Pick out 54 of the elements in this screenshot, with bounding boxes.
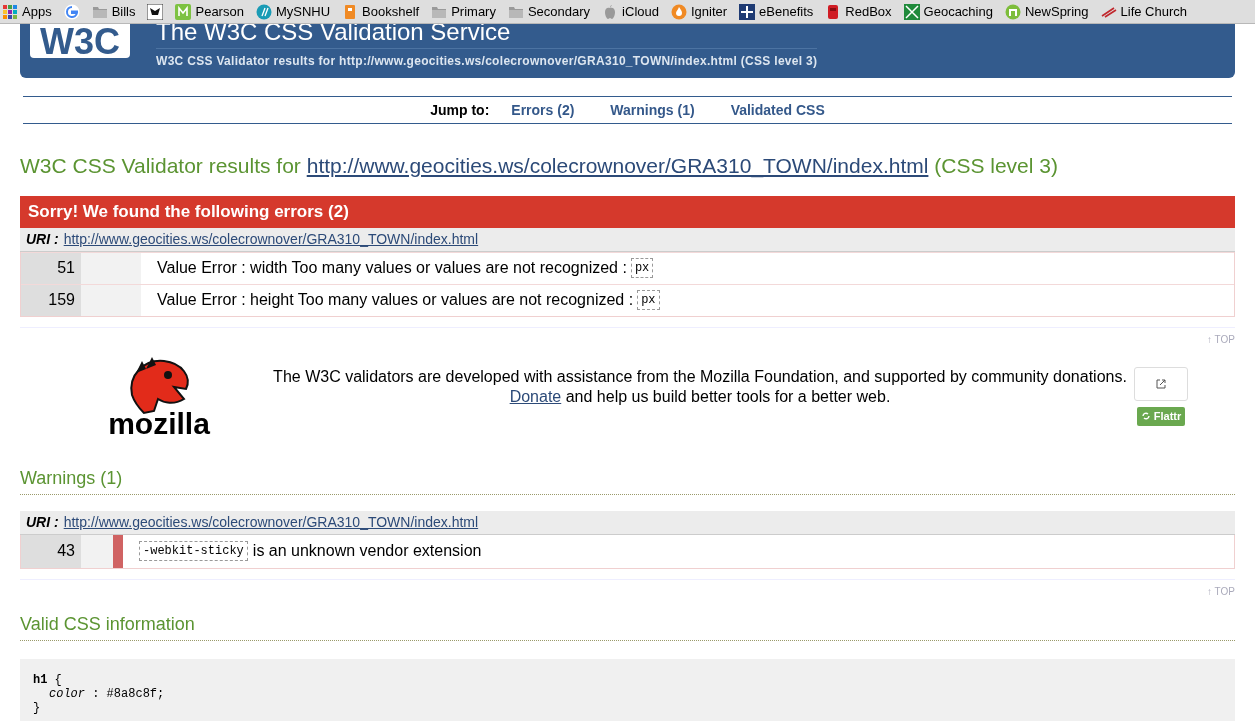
line-number-cell: 43 <box>21 534 81 568</box>
sponsor-text: The W3C validators are developed with assistance from the Mozilla Foundation, and supported by community donations. <box>272 366 1128 387</box>
jump-label: Jump to: <box>430 100 490 120</box>
error-message: Value Error : width Too many values or values are not recognized : <box>157 258 627 278</box>
validated-url-link[interactable]: http://www.geocities.ws/colecrownover/GRA310_TOWN/index.html <box>306 154 929 177</box>
jump-link[interactable]: Validated CSS <box>730 99 825 121</box>
site-subtitle: W3C CSS Validator results for http://www.geocities.ws/colecrownover/GRA310_TOWN/index.html (CSS level 3) <box>156 48 818 70</box>
bookmark[interactable]: Pearson <box>175 1 244 22</box>
donate-text: Donate and help us build better tools for a better web. <box>508 386 892 407</box>
bookmark[interactable]: Bills <box>91 1 136 22</box>
circle-logo-icon <box>255 3 272 20</box>
warning-message: is an unknown vendor extension <box>252 541 482 561</box>
circle-logo-icon <box>1004 3 1021 20</box>
css-code-block: h1 { color : #8a8c8f; } <box>20 658 1235 721</box>
results-heading: W3C CSS Validator results for http://www.geocities.ws/colecrownover/GRA310_TOWN/index.html (CSS level 3) <box>20 153 1059 180</box>
donate-link[interactable]: Donate <box>509 387 562 405</box>
bookmark[interactable]: Apps <box>2 1 52 22</box>
w3c-logo: W3C <box>30 24 130 58</box>
bookmark[interactable]: NewSpring <box>1004 1 1089 22</box>
valid-css-heading: Valid CSS information <box>20 610 1235 641</box>
bookmark[interactable]: Igniter <box>670 1 728 22</box>
bookmark[interactable]: Primary <box>431 1 496 22</box>
code-snippet: -webkit-sticky <box>139 541 248 561</box>
bookmark[interactable]: Geocaching <box>903 1 993 22</box>
refresh-icon <box>1140 411 1151 421</box>
line-number-cell: 51 <box>21 252 81 284</box>
bookmark[interactable]: RedBox <box>825 1 892 22</box>
google-g-icon <box>63 3 80 20</box>
share-button[interactable] <box>1134 366 1188 401</box>
context-cell <box>81 284 141 316</box>
line-number-cell: 159 <box>21 284 81 316</box>
bookmark[interactable]: iCloud <box>602 1 659 22</box>
bookmark[interactable]: Life Church <box>1100 1 1188 22</box>
uri-link[interactable]: http://www.geocities.ws/colecrownover/GRA310_TOWN/index.html <box>63 511 479 533</box>
letter-logo-icon <box>175 3 192 20</box>
errors-banner: Sorry! We found the following errors (2) <box>20 195 1235 228</box>
uri-link[interactable]: http://www.geocities.ws/colecrownover/GRA310_TOWN/index.html <box>63 228 479 250</box>
uri-label: URI : <box>26 512 59 532</box>
jump-link[interactable]: Errors (2) <box>511 99 575 121</box>
bookmark[interactable]: Secondary <box>507 1 591 22</box>
uri-label: URI : <box>26 229 59 249</box>
apps-grid-icon <box>2 3 18 20</box>
bookmark[interactable]: eBenefits <box>739 1 814 22</box>
external-link-icon <box>1156 378 1166 389</box>
code-snippet: px <box>637 290 660 310</box>
bookmark[interactable]: Bookshelf <box>342 1 420 22</box>
warnings-heading: Warnings (1) <box>20 464 1235 495</box>
jump-link[interactable]: Warnings (1) <box>610 99 695 121</box>
mozilla-logo: mozilla <box>104 354 214 437</box>
warning-level-bar <box>113 534 123 568</box>
code-snippet: px <box>630 258 654 278</box>
flame-icon <box>670 3 687 20</box>
bookmark[interactable]: MySNHU <box>255 1 331 22</box>
error-message: Value Error : height Too many values or values are not recognized : <box>157 290 634 310</box>
